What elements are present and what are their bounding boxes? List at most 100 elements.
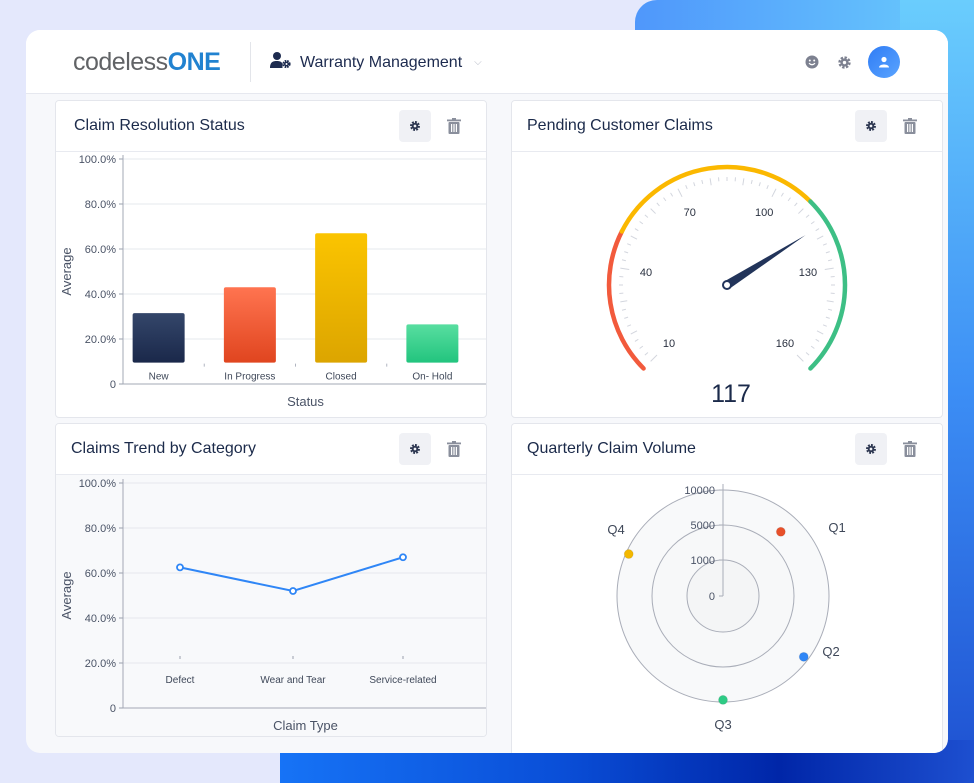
y-tick-label: 80.0%: [85, 523, 116, 535]
line-chart: 0 20.0% 40.0% 60.0% 80.0% 100.0% Claim Type Ave…: [59, 478, 486, 733]
data-point-defect: [176, 563, 184, 572]
data-point-q1: [775, 526, 786, 537]
y-tick-label: 40.0%: [85, 613, 116, 625]
card-pending-claims: Pending Customer Claims 10 40 70 100 130 160 1…: [511, 100, 943, 418]
gauge-tick: [822, 243, 827, 246]
gauge-chart: 10 40 70 100 130 160 117: [606, 164, 848, 408]
divider: [250, 42, 251, 82]
bar-on-hold: [406, 324, 459, 363]
data-point-q4: [623, 549, 634, 560]
gauge-tick: [634, 338, 639, 342]
gauge-needle: [724, 235, 806, 289]
gauge-tick: [639, 345, 644, 349]
gauge-tick: [742, 178, 745, 186]
card-title: Claims Trend by Category: [71, 440, 256, 457]
card-settings-button[interactable]: [399, 433, 431, 465]
gauge-tick: [825, 251, 830, 254]
data-point-service-related: [399, 553, 407, 562]
angular-label-q1: Q1: [828, 520, 845, 535]
gauge-tick: [627, 324, 632, 327]
gauge-tick: [798, 208, 804, 214]
gauge-band: [808, 199, 848, 371]
smiley-icon[interactable]: [804, 54, 820, 70]
gauge-tick: [701, 179, 704, 184]
gauge-tick: [627, 243, 632, 246]
card-claims-trend: Claims Trend by Category 0 20.0% 40.0% 60.0…: [55, 423, 487, 737]
gauge-tick: [766, 185, 769, 190]
gauge-tick: [634, 228, 639, 232]
gauge-tick: [826, 300, 834, 303]
y-axis-title: Average: [59, 571, 74, 619]
y-tick-label: 20.0%: [85, 658, 116, 670]
y-tick-label: 0: [110, 379, 116, 391]
gauge-tick-label: 40: [640, 267, 652, 279]
y-tick-label: 60.0%: [85, 244, 116, 256]
card-quarterly-volume: Quarterly Claim Volume 0 1000 5000 10000 Q1 Q…: [511, 423, 943, 753]
gauge-tick: [709, 178, 712, 186]
bar-in-progress: [223, 287, 276, 363]
radial-tick-label: 10000: [684, 485, 715, 497]
gauge-tick: [685, 185, 688, 190]
card-settings-button[interactable]: [399, 110, 431, 142]
trash-icon: [447, 118, 461, 134]
gauge-tick-label: 70: [684, 207, 696, 219]
gear-icon: [410, 121, 420, 131]
gauge-tick: [750, 179, 753, 184]
chevron-down-icon: ⌵: [474, 57, 482, 68]
radial-tick-label: 0: [709, 591, 715, 603]
x-axis-title: Claim Type: [273, 718, 338, 733]
card-delete-button[interactable]: [446, 440, 462, 458]
gear-icon[interactable]: [836, 54, 852, 70]
gauge-tick: [644, 214, 649, 218]
gauge-tick: [796, 354, 804, 362]
gauge-tick: [822, 324, 827, 327]
gauge-tick: [620, 300, 628, 303]
gauge-tick: [816, 235, 824, 240]
gauge-tick: [621, 308, 626, 311]
gear-icon: [410, 444, 420, 454]
gauge-tick: [794, 202, 798, 207]
y-tick-label: 100.0%: [79, 478, 117, 490]
logo[interactable]: codelessONE: [73, 48, 221, 77]
app-switcher[interactable]: Warranty Management ⌵: [270, 51, 482, 74]
data-point-wear-and-tear: [289, 587, 297, 595]
card-title: Claim Resolution Status: [74, 117, 245, 134]
gauge-tick: [825, 316, 830, 319]
gauge-tick: [621, 259, 626, 262]
gauge-tick: [630, 235, 638, 240]
card-settings-button[interactable]: [855, 433, 887, 465]
gauge-tick-label: 100: [755, 207, 773, 219]
data-point-q2: [798, 651, 809, 662]
bar-new: [132, 313, 185, 363]
y-tick-label: 0: [110, 703, 116, 715]
logo-text: codeless: [73, 48, 168, 76]
gauge-tick: [670, 192, 674, 197]
line-series: [179, 556, 404, 593]
card-delete-button[interactable]: [902, 440, 918, 458]
gauge-tick: [771, 188, 777, 198]
y-tick-label: 60.0%: [85, 568, 116, 580]
gauge-tick: [805, 214, 810, 218]
gauge-tick: [787, 197, 791, 202]
gauge-tick: [780, 192, 784, 197]
x-tick-label: On- Hold: [412, 372, 452, 383]
x-tick-label: Service-related: [369, 675, 436, 686]
user-gear-icon: [270, 51, 292, 74]
y-tick-label: 20.0%: [85, 334, 116, 346]
gauge-tick: [624, 251, 629, 254]
card-delete-button[interactable]: [446, 117, 462, 135]
gauge-tick: [810, 221, 815, 225]
card-delete-button[interactable]: [902, 117, 918, 135]
gauge-tick: [815, 338, 820, 342]
user-avatar[interactable]: [868, 46, 900, 78]
gauge-tick: [758, 182, 761, 187]
bar-closed: [315, 233, 368, 363]
y-tick-label: 40.0%: [85, 289, 116, 301]
x-tick-label: Defect: [166, 675, 195, 686]
card-settings-button[interactable]: [855, 110, 887, 142]
gauge-tick: [644, 352, 649, 356]
gauge-tick: [624, 316, 629, 319]
gauge-tick: [620, 267, 630, 271]
y-axis-title: Average: [59, 247, 74, 295]
x-tick-label: New: [149, 372, 170, 383]
